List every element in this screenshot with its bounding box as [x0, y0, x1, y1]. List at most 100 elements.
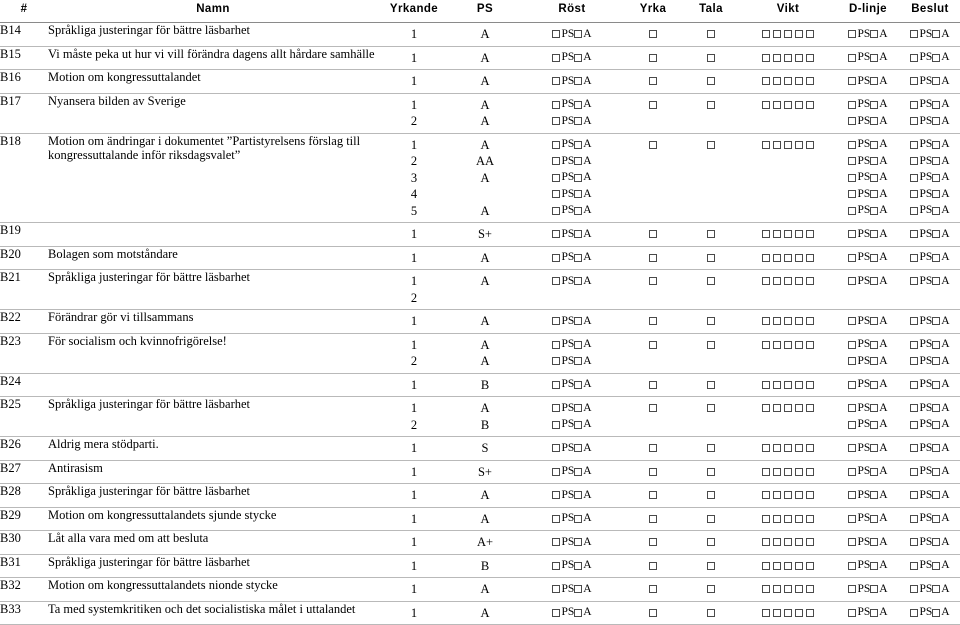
vikt-checkbox-3[interactable] — [783, 491, 792, 500]
vikt-checkbox-1[interactable] — [761, 380, 770, 389]
vikt-checkbox-3[interactable] — [783, 317, 792, 326]
dlinje-ps-checkbox[interactable] — [848, 357, 857, 366]
vikt-checkbox-1[interactable] — [761, 491, 770, 500]
rost-a-option[interactable]: A — [574, 442, 592, 455]
vikt-checkbox-4[interactable] — [794, 380, 803, 389]
dlinje-ps-option[interactable]: PS — [848, 465, 870, 478]
rost-ps-option[interactable]: PS — [552, 465, 574, 478]
rost-a-checkbox[interactable] — [574, 30, 583, 39]
dlinje-a-checkbox[interactable] — [870, 538, 879, 547]
beslut-a-option[interactable]: A — [932, 512, 950, 525]
vikt-checkbox-1[interactable] — [761, 140, 770, 149]
beslut-ps-checkbox[interactable] — [910, 380, 919, 389]
yrka-checkbox[interactable] — [648, 467, 657, 476]
dlinje-a-checkbox[interactable] — [870, 608, 879, 617]
rost-a-checkbox[interactable] — [574, 157, 583, 166]
vikt-checkbox-2[interactable] — [772, 340, 781, 349]
dlinje-a-option[interactable]: A — [870, 251, 888, 264]
rost-a-option[interactable]: A — [574, 489, 592, 502]
vikt-checkbox-5[interactable] — [805, 77, 814, 86]
table-row[interactable]: B25 Språkliga justeringar för bättre läsb… — [0, 396, 960, 437]
rost-ps-checkbox[interactable] — [552, 253, 561, 262]
vikt-checkbox-4[interactable] — [794, 467, 803, 476]
beslut-a-option[interactable]: A — [932, 204, 950, 217]
beslut-a-option[interactable]: A — [932, 155, 950, 168]
table-row[interactable]: B15 Vi måste peka ut hur vi vill förändra… — [0, 46, 960, 70]
beslut-a-checkbox[interactable] — [932, 157, 941, 166]
table-row[interactable]: B23 För socialism och kvinnofrigörelse! 1 2… — [0, 333, 960, 374]
rost-a-option[interactable]: A — [574, 512, 592, 525]
tala-checkbox[interactable] — [706, 53, 715, 62]
rost-ps-option[interactable]: PS — [552, 583, 574, 596]
yrka-checkbox[interactable] — [648, 561, 657, 570]
rost-ps-option[interactable]: PS — [552, 98, 574, 111]
beslut-a-checkbox[interactable] — [932, 491, 941, 500]
rost-ps-checkbox[interactable] — [552, 100, 561, 109]
beslut-ps-checkbox[interactable] — [910, 140, 919, 149]
beslut-ps-checkbox[interactable] — [910, 190, 919, 199]
rost-ps-checkbox[interactable] — [552, 491, 561, 500]
rost-ps-option[interactable]: PS — [552, 51, 574, 64]
beslut-ps-checkbox[interactable] — [910, 230, 919, 239]
beslut-ps-checkbox[interactable] — [910, 30, 919, 39]
vikt-checkbox-3[interactable] — [783, 253, 792, 262]
dlinje-ps-option[interactable]: PS — [848, 251, 870, 264]
rost-ps-option[interactable]: PS — [552, 559, 574, 572]
dlinje-a-option[interactable]: A — [870, 28, 888, 41]
beslut-ps-option[interactable]: PS — [910, 536, 932, 549]
beslut-ps-option[interactable]: PS — [910, 418, 932, 431]
dlinje-a-option[interactable]: A — [870, 489, 888, 502]
yrka-checkbox[interactable] — [648, 140, 657, 149]
rost-ps-option[interactable]: PS — [552, 442, 574, 455]
dlinje-a-option[interactable]: A — [870, 355, 888, 368]
vikt-checkbox-4[interactable] — [794, 444, 803, 453]
dlinje-a-checkbox[interactable] — [870, 277, 879, 286]
rost-ps-option[interactable]: PS — [552, 418, 574, 431]
table-row[interactable]: B26 Aldrig mera stödparti. 1 S PS A PS A PS A — [0, 436, 960, 461]
vikt-checkbox-3[interactable] — [783, 340, 792, 349]
dlinje-a-checkbox[interactable] — [870, 380, 879, 389]
rost-a-option[interactable]: A — [574, 75, 592, 88]
beslut-ps-checkbox[interactable] — [910, 317, 919, 326]
dlinje-ps-checkbox[interactable] — [848, 444, 857, 453]
vikt-checkbox-2[interactable] — [772, 100, 781, 109]
dlinje-a-option[interactable]: A — [870, 418, 888, 431]
dlinje-a-option[interactable]: A — [870, 442, 888, 455]
beslut-a-checkbox[interactable] — [932, 514, 941, 523]
beslut-a-checkbox[interactable] — [932, 467, 941, 476]
vikt-checkbox-4[interactable] — [794, 561, 803, 570]
beslut-ps-checkbox[interactable] — [910, 585, 919, 594]
vikt-checkbox-1[interactable] — [761, 277, 770, 286]
dlinje-a-option[interactable]: A — [870, 606, 888, 619]
rost-ps-option[interactable]: PS — [552, 315, 574, 328]
beslut-ps-checkbox[interactable] — [910, 404, 919, 413]
dlinje-a-option[interactable]: A — [870, 51, 888, 64]
rost-ps-checkbox[interactable] — [552, 173, 561, 182]
rost-ps-checkbox[interactable] — [552, 404, 561, 413]
beslut-ps-option[interactable]: PS — [910, 275, 932, 288]
dlinje-a-checkbox[interactable] — [870, 340, 879, 349]
rost-a-checkbox[interactable] — [574, 420, 583, 429]
beslut-ps-option[interactable]: PS — [910, 75, 932, 88]
vikt-checkbox-3[interactable] — [783, 140, 792, 149]
rost-a-option[interactable]: A — [574, 315, 592, 328]
vikt-checkbox-3[interactable] — [783, 585, 792, 594]
vikt-checkbox-1[interactable] — [761, 317, 770, 326]
beslut-ps-checkbox[interactable] — [910, 253, 919, 262]
dlinje-ps-option[interactable]: PS — [848, 338, 870, 351]
beslut-a-checkbox[interactable] — [932, 206, 941, 215]
table-row[interactable]: B19 1 S+ PS A PS A PS A — [0, 222, 960, 247]
dlinje-ps-checkbox[interactable] — [848, 317, 857, 326]
beslut-ps-checkbox[interactable] — [910, 117, 919, 126]
tala-checkbox[interactable] — [706, 230, 715, 238]
yrka-checkbox[interactable] — [648, 380, 657, 389]
vikt-checkbox-1[interactable] — [761, 444, 770, 453]
table-row[interactable]: B18 Motion om ändringar i dokumentet ”Par… — [0, 133, 960, 223]
vikt-checkbox-3[interactable] — [783, 30, 792, 39]
dlinje-ps-option[interactable]: PS — [848, 536, 870, 549]
yrka-checkbox[interactable] — [648, 253, 657, 262]
dlinje-a-checkbox[interactable] — [870, 357, 879, 366]
vikt-checkbox-5[interactable] — [805, 538, 814, 547]
rost-ps-option[interactable]: PS — [552, 188, 574, 201]
beslut-ps-checkbox[interactable] — [910, 53, 919, 62]
